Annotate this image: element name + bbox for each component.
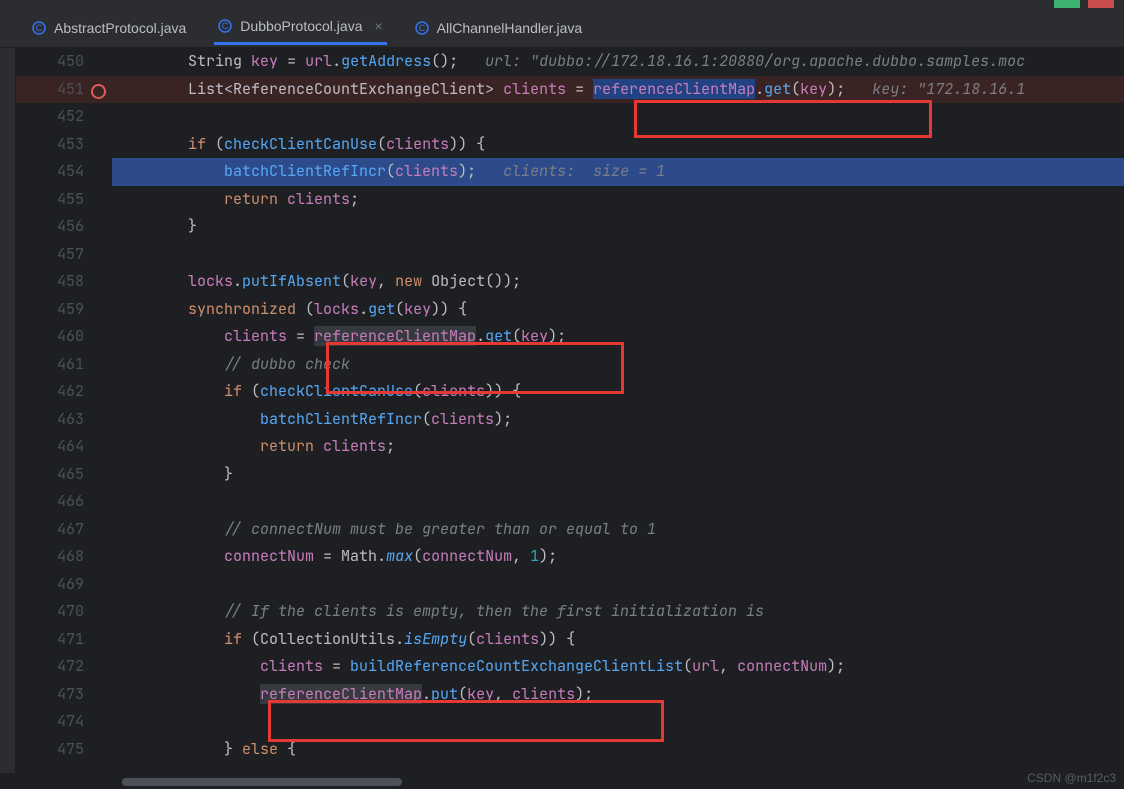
code-line[interactable]: if (checkClientCanUse(clients)) { <box>112 378 1124 406</box>
code-line[interactable]: } <box>112 461 1124 489</box>
code-line[interactable]: locks.putIfAbsent(key, new Object()); <box>112 268 1124 296</box>
code-line[interactable] <box>112 103 1124 131</box>
stop-button[interactable] <box>1088 0 1114 8</box>
tab-label: AbstractProtocol.java <box>54 20 186 36</box>
svg-text:C: C <box>418 23 425 33</box>
close-icon[interactable]: × <box>374 18 382 34</box>
code-line[interactable]: batchClientRefIncr(clients); <box>112 406 1124 434</box>
code-line[interactable]: clients = buildReferenceCountExchangeCli… <box>112 653 1124 681</box>
horizontal-scrollbar[interactable] <box>112 775 1124 789</box>
code-line[interactable]: String key = url.getAddress(); url: "dub… <box>112 48 1124 76</box>
code-line[interactable]: batchClientRefIncr(clients); clients: si… <box>112 158 1124 186</box>
tab-allchannelhandler[interactable]: C AllChannelHandler.java <box>411 12 587 44</box>
editor-tabs: C AbstractProtocol.java C DubboProtocol.… <box>0 8 1124 48</box>
code-line[interactable]: return clients; <box>112 433 1124 461</box>
tab-label: AllChannelHandler.java <box>437 20 583 36</box>
code-line[interactable]: } else { <box>112 736 1124 764</box>
code-line[interactable] <box>112 241 1124 269</box>
watermark: CSDN @m1f2c3 <box>1027 771 1116 785</box>
code-line[interactable]: connectNum = Math.max(connectNum, 1); <box>112 543 1124 571</box>
code-line[interactable]: synchronized (locks.get(key)) { <box>112 296 1124 324</box>
editor: 4504514524534544554564574584594604614624… <box>0 48 1124 773</box>
java-class-icon: C <box>218 19 232 33</box>
code-line[interactable]: } <box>112 213 1124 241</box>
code-line[interactable]: clients = referenceClientMap.get(key); <box>112 323 1124 351</box>
code-line[interactable]: if (checkClientCanUse(clients)) { <box>112 131 1124 159</box>
code-line[interactable] <box>112 488 1124 516</box>
tab-dubboprotocol[interactable]: C DubboProtocol.java × <box>214 10 386 45</box>
java-class-icon: C <box>415 21 429 35</box>
scrollbar-thumb[interactable] <box>122 778 402 786</box>
left-toolwindow-strip[interactable] <box>0 48 16 773</box>
code-line[interactable] <box>112 571 1124 599</box>
code-line[interactable]: // If the clients is empty, then the fir… <box>112 598 1124 626</box>
code-area[interactable]: String key = url.getAddress(); url: "dub… <box>112 48 1124 773</box>
code-line[interactable]: referenceClientMap.put(key, clients); <box>112 681 1124 709</box>
gutter[interactable]: 4504514524534544554564574584594604614624… <box>16 48 112 773</box>
code-line[interactable]: return clients; <box>112 186 1124 214</box>
code-line[interactable] <box>112 708 1124 736</box>
code-line[interactable]: // dubbo check <box>112 351 1124 379</box>
tab-abstractprotocol[interactable]: C AbstractProtocol.java <box>28 12 190 44</box>
run-button[interactable] <box>1054 0 1080 8</box>
top-toolbar <box>0 0 1124 8</box>
code-line[interactable]: List<ReferenceCountExchangeClient> clien… <box>112 76 1124 104</box>
tab-label: DubboProtocol.java <box>240 18 362 34</box>
code-line[interactable]: // connectNum must be greater than or eq… <box>112 516 1124 544</box>
svg-text:C: C <box>36 23 43 33</box>
code-line[interactable]: if (CollectionUtils.isEmpty(clients)) { <box>112 626 1124 654</box>
svg-text:C: C <box>222 21 229 31</box>
java-class-icon: C <box>32 21 46 35</box>
